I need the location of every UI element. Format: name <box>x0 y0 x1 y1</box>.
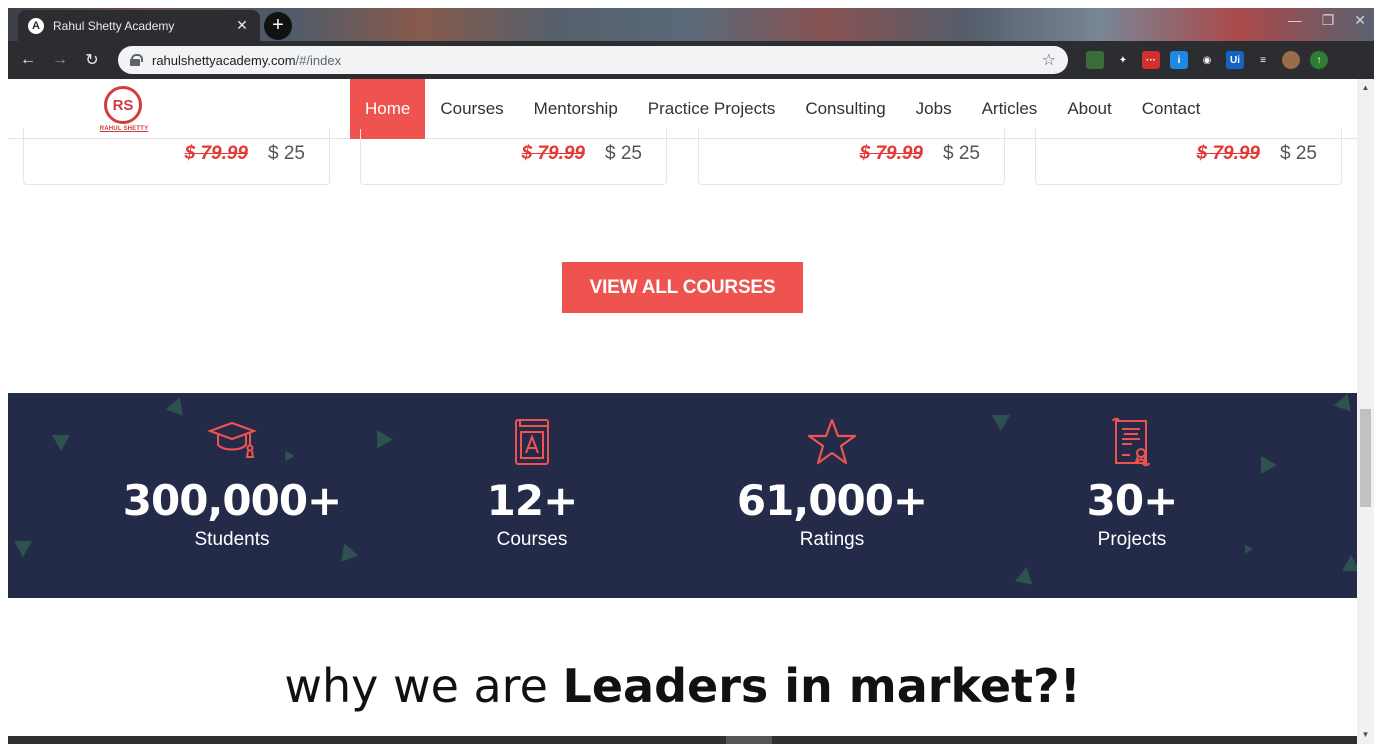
certificate-icon <box>1002 417 1262 469</box>
stat-projects: 30+ Projects <box>1002 417 1262 551</box>
logo-initials: RS <box>104 86 142 124</box>
decor-triangle <box>52 435 70 451</box>
course-card[interactable]: $ 79.99 $ 25 <box>23 129 330 185</box>
close-window-icon[interactable]: ✕ <box>1354 12 1366 29</box>
star-icon <box>702 417 962 469</box>
leaders-headline: why we are Leaders in market?! <box>8 659 1357 713</box>
book-icon <box>402 417 662 469</box>
profile-avatar[interactable] <box>1282 51 1300 69</box>
minimize-icon[interactable]: — <box>1288 12 1302 29</box>
original-price: $ 79.99 <box>184 143 249 164</box>
stat-value: 61,000+ <box>736 476 928 525</box>
url-host: rahulshettyacademy.com <box>152 52 296 68</box>
site-logo[interactable]: RS RAHUL SHETTY <box>96 84 152 134</box>
decor-triangle <box>1261 456 1277 474</box>
url-text[interactable]: rahulshettyacademy.com/#/index <box>152 53 1042 68</box>
uipath-extension-icon[interactable]: Ui <box>1226 51 1244 69</box>
new-tab-button[interactable]: + <box>264 12 292 40</box>
decor-triangle <box>369 425 393 449</box>
stat-label: Courses <box>496 529 568 550</box>
lock-icon[interactable] <box>130 54 143 66</box>
next-section-segment <box>726 736 772 744</box>
tab-close-icon[interactable]: ✕ <box>234 17 250 34</box>
headline-bold: Leaders in market?! <box>562 659 1081 713</box>
stat-courses: 12+ Courses <box>402 417 662 551</box>
camera-extension-icon[interactable]: ◉ <box>1198 51 1216 69</box>
next-section-edge <box>8 736 1357 744</box>
decor-triangle <box>165 394 189 416</box>
playlist-extension-icon[interactable]: ≡ <box>1254 51 1272 69</box>
stat-value: 300,000+ <box>122 476 343 525</box>
stat-ratings: 61,000+ Ratings <box>702 417 962 551</box>
original-price: $ 79.99 <box>859 143 924 164</box>
extensions-bar: ✦ ··· i ◉ Ui ≡ ↑ <box>1086 51 1328 69</box>
info-extension-icon[interactable]: i <box>1170 51 1188 69</box>
pin-extension-icon[interactable]: ✦ <box>1114 51 1132 69</box>
discount-price: $ 25 <box>605 143 642 164</box>
browser-chrome: A Rahul Shetty Academy ✕ + — ❐ ✕ ← → ↻ r… <box>8 8 1374 79</box>
graduation-cap-icon <box>102 417 362 469</box>
scroll-up-arrow-icon[interactable]: ▲ <box>1357 81 1374 95</box>
stat-label: Students <box>194 529 270 550</box>
stats-band: 300,000+ Students 12+ Courses 61,000+ Ra… <box>8 393 1357 598</box>
window-controls: — ❐ ✕ <box>1288 12 1366 29</box>
url-path: /#/index <box>295 52 342 68</box>
original-price: $ 79.99 <box>521 143 586 164</box>
red-extension-icon[interactable]: ··· <box>1142 51 1160 69</box>
tab-strip: A Rahul Shetty Academy ✕ + — ❐ ✕ <box>8 8 1374 41</box>
browser-tab[interactable]: A Rahul Shetty Academy ✕ <box>18 10 260 41</box>
tab-title: Rahul Shetty Academy <box>53 18 175 33</box>
stat-students: 300,000+ Students <box>102 417 362 551</box>
course-card[interactable]: $ 79.99 $ 25 <box>1035 129 1342 185</box>
discount-price: $ 25 <box>943 143 980 164</box>
forward-arrow-icon[interactable]: → <box>48 48 72 72</box>
angular-favicon-icon: A <box>28 17 44 34</box>
decor-triangle <box>1342 555 1357 571</box>
decor-triangle <box>14 541 32 557</box>
scroll-thumb[interactable] <box>1360 409 1371 507</box>
browser-toolbar: ← → ↻ rahulshettyacademy.com/#/index ☆ ✦… <box>8 41 1374 79</box>
discount-price: $ 25 <box>268 143 305 164</box>
maximize-icon[interactable]: ❐ <box>1322 12 1335 29</box>
stat-label: Ratings <box>799 529 865 550</box>
course-card[interactable]: $ 79.99 $ 25 <box>698 129 1005 185</box>
original-price: $ 79.99 <box>1196 143 1261 164</box>
stat-label: Projects <box>1097 529 1167 550</box>
decor-triangle <box>1333 393 1357 412</box>
view-all-courses-button[interactable]: VIEW ALL COURSES <box>562 262 803 313</box>
stat-value: 30+ <box>1086 476 1179 525</box>
address-bar[interactable]: rahulshettyacademy.com/#/index ☆ <box>118 46 1068 74</box>
course-card[interactable]: $ 79.99 $ 25 <box>360 129 667 185</box>
bookmark-star-icon[interactable]: ☆ <box>1042 50 1056 70</box>
reload-icon[interactable]: ↻ <box>80 48 104 72</box>
page-scrollbar[interactable]: ▲ ▼ <box>1357 79 1374 744</box>
web-page: RS RAHUL SHETTY Home Courses Mentorship Pra… <box>8 79 1357 744</box>
scroll-down-arrow-icon[interactable]: ▼ <box>1357 728 1374 742</box>
update-extension-icon[interactable]: ↑ <box>1310 51 1328 69</box>
stat-value: 12+ <box>486 476 579 525</box>
back-arrow-icon[interactable]: ← <box>16 48 40 72</box>
discount-price: $ 25 <box>1280 143 1317 164</box>
decor-triangle <box>1014 565 1036 585</box>
tree-extension-icon[interactable] <box>1086 51 1104 69</box>
headline-light: why we are <box>284 659 563 713</box>
